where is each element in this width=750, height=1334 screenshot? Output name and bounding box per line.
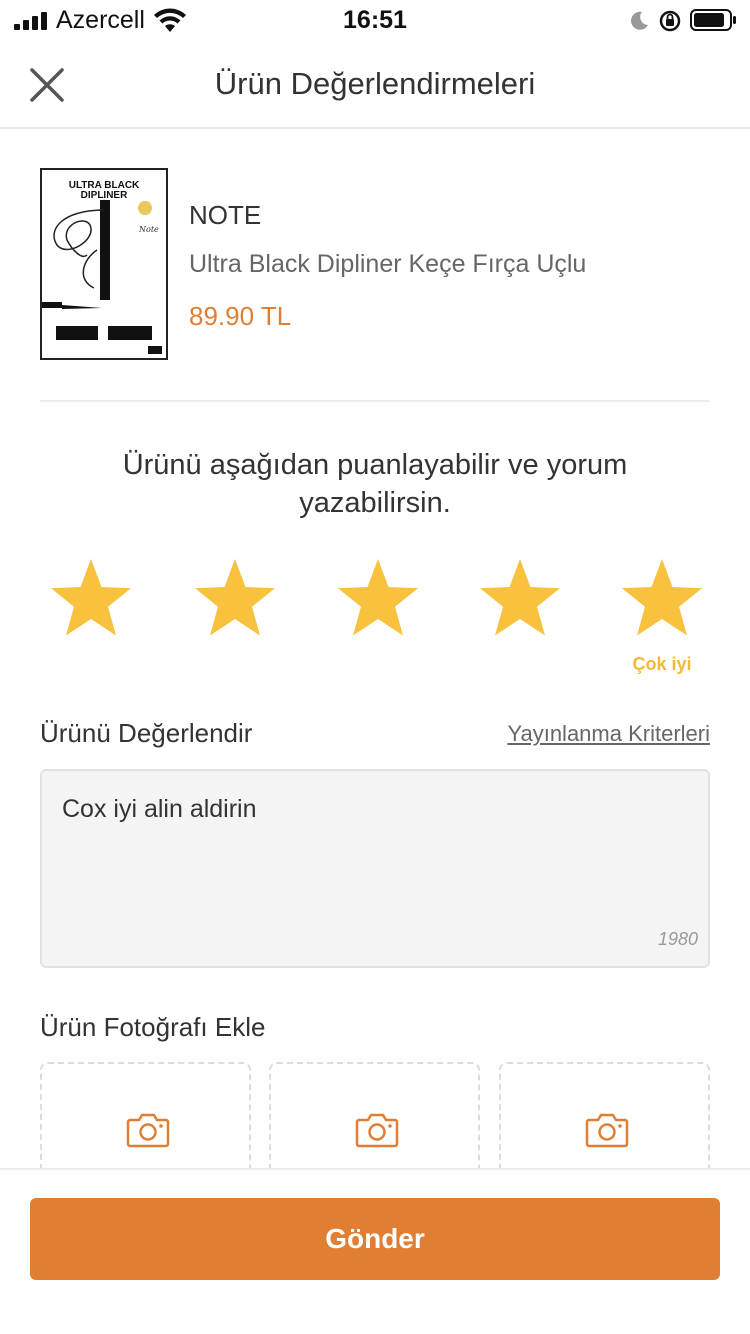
star-icon[interactable]: [478, 556, 562, 640]
star-rating: [0, 556, 750, 640]
bottom-action-bar: Gönder: [0, 1168, 750, 1334]
rating-prompt: Ürünü aşağıdan puanlayabilir ve yorum ya…: [122, 449, 628, 519]
character-counter: 1980: [657, 929, 698, 949]
product-price: 89.90 TL: [189, 301, 292, 331]
rating-label: Çok iyi: [632, 654, 692, 674]
star-icon[interactable]: [193, 556, 277, 640]
status-bar: Azercell 16:51: [0, 0, 750, 40]
star-icon[interactable]: [620, 556, 704, 640]
add-photo-slot[interactable]: [269, 1062, 480, 1182]
submit-button[interactable]: Gönder: [30, 1198, 720, 1280]
svg-text:Note: Note: [138, 225, 159, 234]
camera-icon: [126, 1113, 170, 1148]
publishing-criteria-link[interactable]: Yayınlanma Kriterleri: [507, 721, 710, 747]
product-name: Ultra Black Dipliner Keçe Fırça Uçlu: [189, 250, 587, 278]
product-brand: NOTE: [189, 200, 262, 230]
review-text: Cox iyi alin aldirin: [62, 795, 257, 823]
camera-icon: [585, 1113, 629, 1148]
add-photo-slot[interactable]: [499, 1062, 710, 1182]
orientation-lock-icon: [659, 10, 681, 32]
product-image: ULTRA BLACK DIPLINER Note: [40, 168, 168, 360]
do-not-disturb-icon: [631, 11, 648, 30]
star-icon[interactable]: [336, 556, 420, 640]
battery-icon: [690, 9, 736, 31]
camera-icon: [355, 1113, 399, 1148]
header: Ürün Değerlendirmeleri: [0, 40, 750, 129]
review-section-title: Ürünü Değerlendir: [40, 718, 253, 748]
add-photo-slot[interactable]: [40, 1062, 251, 1182]
divider: [40, 400, 710, 402]
review-textarea[interactable]: Cox iyi alin aldirin 1980: [40, 769, 710, 968]
photo-section-title: Ürün Fotoğrafı Ekle: [40, 1012, 266, 1042]
page-title: Ürün Değerlendirmeleri: [214, 66, 536, 101]
image-label-line2: DIPLINER: [81, 190, 128, 201]
star-icon[interactable]: [49, 556, 133, 640]
